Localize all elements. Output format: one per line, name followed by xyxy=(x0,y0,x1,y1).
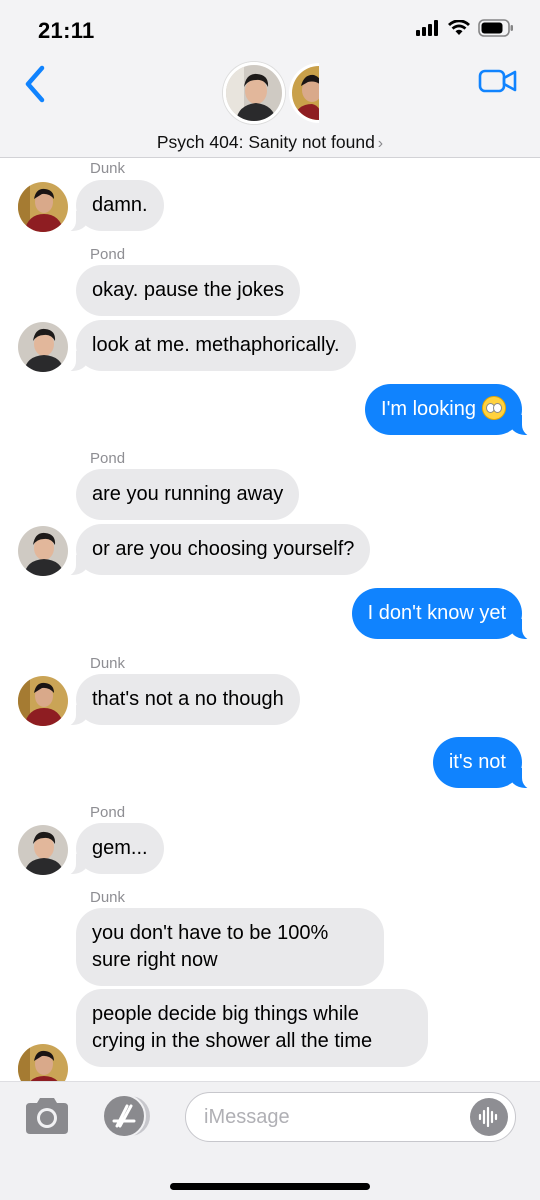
avatar-dunk[interactable] xyxy=(18,182,68,232)
outgoing-message[interactable]: I'm looking xyxy=(365,384,540,437)
app-store-button[interactable] xyxy=(100,1094,156,1138)
group-avatars[interactable] xyxy=(223,62,323,124)
status-time: 21:11 xyxy=(38,18,95,43)
back-button[interactable] xyxy=(20,62,54,106)
sender-name: Pond xyxy=(90,450,126,467)
sender-name: Dunk xyxy=(90,889,126,906)
avatar-pond[interactable] xyxy=(18,526,68,576)
incoming-message[interactable]: people decide big things while crying in… xyxy=(76,989,428,1067)
incoming-message[interactable]: look at me. methaphorically. xyxy=(50,320,356,373)
message-list[interactable]: Dunk damn. Pond okay. pause the jokes lo… xyxy=(0,158,540,1081)
video-camera-icon xyxy=(478,69,517,93)
avatar-pond[interactable] xyxy=(18,322,68,372)
message-input[interactable] xyxy=(185,1092,516,1142)
battery-icon xyxy=(478,19,514,42)
face-with-rolling-eyes-icon xyxy=(482,396,506,420)
wifi-icon xyxy=(448,19,470,41)
outgoing-message[interactable]: it's not xyxy=(432,737,540,790)
home-indicator[interactable] xyxy=(170,1183,370,1190)
status-icons xyxy=(416,19,514,42)
conversation-header: 21:11 Psych 404: Sanity not found › xyxy=(0,0,540,158)
incoming-message[interactable]: that's not a no though xyxy=(50,674,300,727)
conversation-title-text: Psych 404: Sanity not found xyxy=(156,132,375,152)
incoming-message[interactable]: or are you choosing yourself? xyxy=(49,524,371,577)
incoming-message[interactable]: damn. xyxy=(50,180,164,233)
conversation-title[interactable]: Psych 404: Sanity not found › xyxy=(0,132,540,153)
avatar-dunk[interactable] xyxy=(18,1044,68,1081)
group-avatar-dunk xyxy=(289,63,319,123)
incoming-message[interactable]: gem... xyxy=(50,823,164,876)
waveform-icon xyxy=(478,1107,498,1127)
sender-name: Pond xyxy=(90,804,126,821)
chevron-left-icon xyxy=(25,65,45,103)
incoming-message[interactable]: okay. pause the jokes xyxy=(76,265,300,316)
camera-button[interactable] xyxy=(22,1097,72,1135)
chevron-right-icon: › xyxy=(377,135,384,152)
sender-name: Dunk xyxy=(90,160,126,177)
app-store-icon xyxy=(102,1094,150,1138)
incoming-message[interactable]: are you running away xyxy=(76,469,300,520)
sender-name: Pond xyxy=(90,246,126,263)
cellular-signal-icon xyxy=(416,20,440,41)
facetime-video-button[interactable] xyxy=(478,66,518,96)
camera-icon xyxy=(26,1098,68,1134)
incoming-message[interactable]: you don't have to be 100% sure right now xyxy=(76,908,384,986)
group-avatar-pond xyxy=(223,62,285,124)
dictation-button[interactable] xyxy=(470,1098,508,1136)
avatar-pond[interactable] xyxy=(18,825,68,875)
sender-name: Dunk xyxy=(90,655,126,672)
avatar-dunk[interactable] xyxy=(18,676,68,726)
compose-bar xyxy=(0,1081,540,1200)
message-text: I'm looking xyxy=(381,398,476,420)
outgoing-message[interactable]: I don't know yet xyxy=(351,588,540,641)
